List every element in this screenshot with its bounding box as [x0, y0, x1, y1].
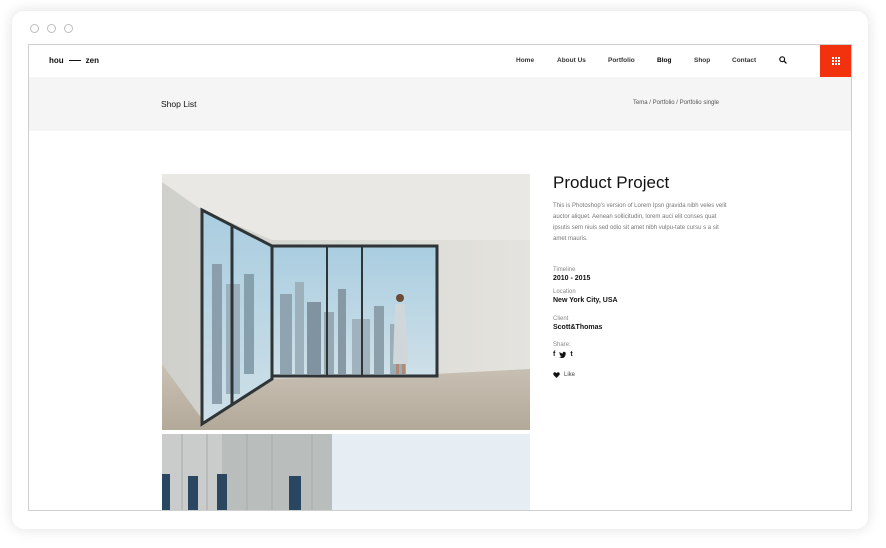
- product-image-secondary[interactable]: [162, 434, 530, 510]
- meta-label: Client: [553, 316, 569, 322]
- meta-value: 2010 - 2015: [553, 275, 591, 282]
- product-image-main[interactable]: [162, 174, 530, 430]
- site-header: hou zen Home About Us Portfolio Blog Sho…: [29, 45, 851, 77]
- product-info: Product Project This is Photoshop's vers…: [553, 173, 743, 378]
- menu-grid-button[interactable]: [820, 45, 851, 77]
- window-minimize-dot[interactable]: [47, 24, 56, 33]
- like-button[interactable]: Like: [553, 372, 743, 378]
- meta-value: Scott&Thomas: [553, 324, 603, 331]
- breadcrumb[interactable]: Tema / Portfolio / Portfolio single: [633, 100, 719, 106]
- browser-window: hou zen Home About Us Portfolio Blog Sho…: [12, 11, 868, 529]
- like-label: Like: [564, 372, 576, 378]
- meta-label: Location: [553, 289, 576, 295]
- twitter-icon[interactable]: [559, 351, 567, 358]
- site-logo[interactable]: hou zen: [49, 56, 99, 65]
- window-maximize-dot[interactable]: [64, 24, 73, 33]
- share-icons: f t: [553, 351, 743, 358]
- page-title: Shop List: [161, 99, 197, 109]
- search-icon[interactable]: [779, 56, 787, 64]
- nav-home[interactable]: Home: [516, 57, 534, 64]
- nav-portfolio[interactable]: Portfolio: [608, 57, 635, 64]
- meta-timeline: Timeline 2010 - 2015: [553, 267, 743, 282]
- logo-dash: [68, 60, 81, 61]
- meta-client: Client Scott&Thomas: [553, 316, 743, 331]
- meta-value: New York City, USA: [553, 297, 618, 304]
- logo-left: hou: [49, 56, 64, 65]
- website-viewport: hou zen Home About Us Portfolio Blog Sho…: [28, 44, 852, 511]
- page-title-bar: Shop List Tema / Portfolio / Portfolio s…: [29, 77, 851, 131]
- meta-location: Location New York City, USA: [553, 289, 743, 304]
- product-description: This is Photoshop's version of Lorem Ips…: [553, 203, 727, 242]
- facebook-icon[interactable]: f: [553, 351, 555, 358]
- nav-contact[interactable]: Contact: [732, 57, 756, 64]
- tumblr-icon[interactable]: t: [570, 351, 572, 358]
- meta-label: Timeline: [553, 267, 576, 273]
- product-title: Product Project: [553, 173, 670, 192]
- nav-about-us[interactable]: About Us: [557, 57, 586, 64]
- nav-blog[interactable]: Blog: [657, 57, 671, 64]
- window-close-dot[interactable]: [30, 24, 39, 33]
- logo-right: zen: [85, 56, 100, 65]
- heart-icon: [553, 372, 560, 378]
- nav-shop[interactable]: Shop: [694, 57, 710, 64]
- building-photo: [162, 434, 530, 510]
- share-label: Share:: [553, 342, 571, 348]
- share-block: Share: f t: [553, 342, 743, 358]
- interior-photo: [162, 174, 530, 430]
